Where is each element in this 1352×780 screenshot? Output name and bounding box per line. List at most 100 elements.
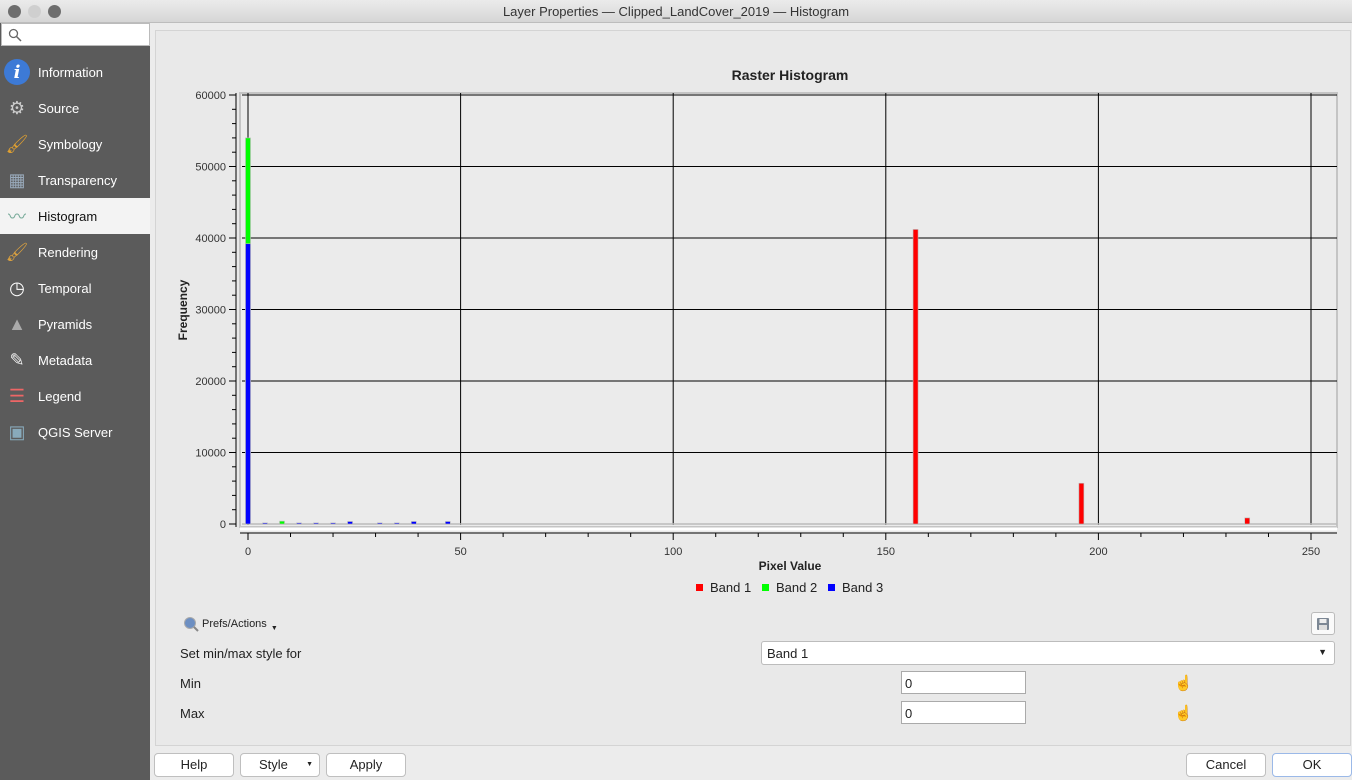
info-icon: i — [4, 59, 30, 85]
minimize-window-button[interactable] — [28, 5, 41, 18]
bar-band-3 — [245, 243, 251, 525]
bar-band-3 — [445, 521, 451, 525]
close-window-button[interactable] — [8, 5, 21, 18]
bar-band-3 — [394, 522, 400, 525]
band-select[interactable]: Band 1 ▼ — [761, 641, 1335, 665]
x-axis-label: Pixel Value — [759, 559, 822, 573]
x-tick-label: 0 — [245, 546, 251, 558]
sidebar-item-legend[interactable]: ☰ Legend — [0, 378, 150, 414]
prefs-actions-button[interactable]: Prefs/Actions ▼ — [183, 616, 278, 632]
y-tick-label: 30000 — [195, 305, 226, 317]
pyramids-icon: ▲ — [8, 313, 26, 334]
bar-band-1 — [1078, 482, 1085, 525]
apply-button[interactable]: Apply — [326, 753, 406, 777]
sidebar-item-source[interactable]: ⚙ Source — [0, 90, 150, 126]
y-tick-label: 40000 — [195, 233, 226, 245]
dropdown-arrow-icon: ▼ — [270, 624, 278, 632]
title-bar: Layer Properties — Clipped_LandCover_201… — [0, 0, 1352, 23]
legend-swatch — [762, 584, 769, 591]
sidebar-item-label: Histogram — [38, 208, 98, 224]
transparency-icon: ▦ — [8, 169, 26, 190]
bar-band-3 — [262, 522, 268, 525]
sidebar-item-label: Information — [38, 64, 104, 80]
sidebar-item-rendering[interactable]: 🖌 Rendering — [0, 234, 150, 270]
sidebar-item-pyramids[interactable]: ▲ Pyramids — [0, 306, 150, 342]
sidebar-item-symbology[interactable]: 🖌 Symbology — [0, 126, 150, 162]
zoom-window-button[interactable] — [48, 5, 61, 18]
sidebar-item-temporal[interactable]: ◷ Temporal — [0, 270, 150, 306]
save-icon — [1317, 617, 1329, 630]
histogram-icon: 〰 — [8, 207, 26, 227]
y-tick-label: 60000 — [195, 90, 226, 102]
source-icon: ⚙ — [8, 97, 26, 118]
x-tick-label: 200 — [1089, 546, 1107, 558]
legend-swatch — [828, 584, 835, 591]
y-tick-label: 20000 — [195, 376, 226, 388]
min-label: Min — [180, 676, 201, 691]
sidebar-item-label: Temporal — [38, 280, 92, 296]
clock-icon: ◷ — [9, 277, 25, 298]
legend-label: Band 2 — [776, 580, 817, 595]
search-icon — [8, 28, 22, 42]
symbology-icon: 🖌 — [5, 133, 29, 154]
sidebar-item-label: Rendering — [38, 244, 98, 260]
style-button[interactable]: Style ▼ — [240, 753, 320, 777]
bar-band-3 — [377, 522, 383, 525]
x-tick-label: 50 — [454, 546, 466, 558]
legend-label: Band 1 — [710, 580, 751, 595]
metadata-icon: ✎ — [9, 349, 25, 370]
histogram-chart: 0 10000 20000 30000 40000 50000 60000 0 50 100 150… — [176, 67, 1338, 595]
legend-icon: ☰ — [8, 385, 26, 406]
sidebar-item-label: Source — [38, 100, 80, 116]
bar-band-3 — [347, 521, 353, 525]
dropdown-arrow-icon: ▼ — [306, 761, 313, 768]
x-tick-label: 150 — [877, 546, 895, 558]
sidebar-item-qgis-server[interactable]: ▣ QGIS Server — [0, 414, 150, 450]
window-title: Layer Properties — Clipped_LandCover_201… — [502, 4, 850, 19]
bar-band-3 — [330, 522, 336, 525]
chevron-down-icon: ▼ — [1318, 647, 1327, 657]
style-label: Style — [259, 757, 288, 772]
max-input[interactable]: 0 — [901, 701, 1026, 724]
y-tick-label: 10000 — [195, 448, 226, 460]
band-select-value: Band 1 — [767, 646, 809, 661]
bar-band-2 — [279, 520, 285, 525]
bar-band-3 — [313, 522, 319, 525]
ok-button[interactable]: OK — [1272, 753, 1352, 777]
magnifier-icon — [184, 617, 199, 632]
server-icon: ▣ — [8, 421, 26, 442]
min-input[interactable]: 0 — [901, 671, 1026, 694]
sidebar-item-histogram[interactable]: 〰 Histogram — [0, 198, 150, 234]
sidebar-item-metadata[interactable]: ✎ Metadata — [0, 342, 150, 378]
sidebar-item-transparency[interactable]: ▦ Transparency — [0, 162, 150, 198]
x-tick-label: 250 — [1302, 546, 1320, 558]
sidebar-search-input[interactable] — [1, 23, 150, 46]
sidebar-item-label: Transparency — [38, 172, 117, 188]
sidebar: i Information ⚙ Source 🖌 Symbology ▦ Transparen… — [0, 23, 150, 780]
pointer-hand-icon[interactable]: ☝ — [1174, 674, 1193, 692]
minmax-style-label: Set min/max style for — [180, 646, 302, 661]
sidebar-item-information[interactable]: i Information — [0, 54, 150, 90]
sidebar-item-label: QGIS Server — [38, 424, 113, 440]
save-histogram-button[interactable] — [1311, 612, 1335, 635]
y-tick-label: 0 — [220, 519, 226, 531]
sidebar-item-label: Symbology — [38, 136, 103, 152]
sidebar-item-label: Legend — [38, 388, 82, 404]
bar-band-3 — [296, 522, 302, 525]
legend-label: Band 3 — [842, 580, 883, 595]
cancel-button[interactable]: Cancel — [1186, 753, 1266, 777]
y-axis-label: Frequency — [176, 279, 190, 340]
chart-title: Raster Histogram — [732, 67, 849, 83]
rendering-icon: 🖌 — [5, 241, 29, 262]
max-label: Max — [180, 706, 205, 721]
sidebar-item-label: Pyramids — [38, 316, 93, 332]
y-tick-label: 50000 — [195, 162, 226, 174]
pointer-hand-icon[interactable]: ☝ — [1174, 704, 1193, 722]
help-button[interactable]: Help — [154, 753, 234, 777]
x-tick-label: 100 — [664, 546, 682, 558]
prefs-actions-label: Prefs/Actions — [202, 618, 267, 630]
bar-band-1 — [1244, 517, 1251, 525]
legend-swatch — [696, 584, 703, 591]
bar-band-3 — [411, 521, 417, 525]
bar-band-1 — [912, 229, 919, 525]
